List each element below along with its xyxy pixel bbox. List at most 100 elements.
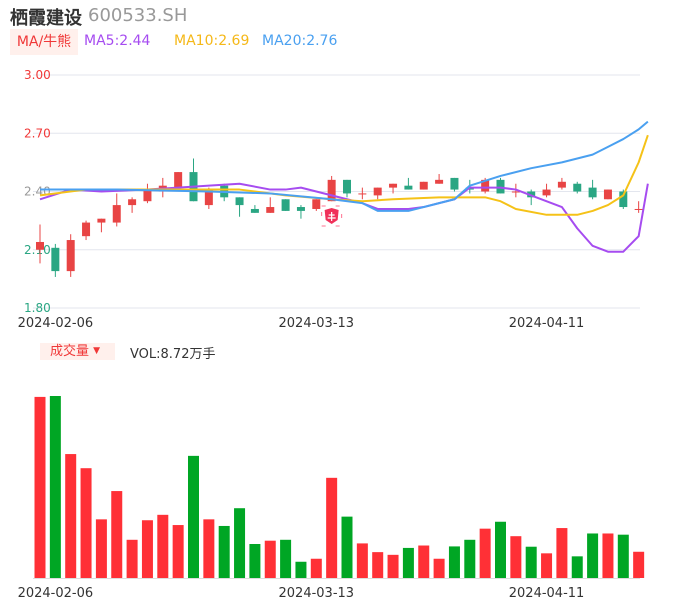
candle <box>619 189 628 209</box>
volume-bar <box>479 528 491 578</box>
volume-bar <box>34 396 46 578</box>
candle <box>250 205 259 213</box>
candle-body <box>450 177 459 190</box>
candle-body <box>603 189 612 200</box>
volume-bar <box>95 519 107 578</box>
y-tick-label: 1.80 <box>24 301 51 315</box>
volume-bar <box>65 454 77 578</box>
volume-bar <box>172 525 184 578</box>
candle <box>128 197 137 213</box>
candle-body <box>266 207 275 213</box>
volume-bar <box>234 508 246 578</box>
candle-body <box>373 187 382 196</box>
volume-bar <box>495 521 506 578</box>
volume-x-tick-label: 2024-03-13 <box>279 586 355 601</box>
volume-bar <box>188 455 199 578</box>
volume-bar <box>464 539 476 578</box>
volume-bar <box>525 546 537 578</box>
candle-body <box>82 222 91 237</box>
candle-body <box>128 199 137 206</box>
candle-body <box>389 183 398 188</box>
candle <box>235 197 244 217</box>
volume-bar <box>341 516 353 578</box>
volume-bar <box>587 533 599 578</box>
volume-bar <box>111 491 123 578</box>
candle-body <box>97 218 106 223</box>
candle-body <box>542 189 551 196</box>
candle-body <box>112 205 121 223</box>
candle <box>112 193 121 227</box>
candle-body <box>36 241 44 250</box>
volume-bar <box>617 534 629 578</box>
candle <box>404 177 413 190</box>
candle <box>557 177 566 190</box>
volume-bar <box>510 536 522 578</box>
volume-bar <box>402 547 414 578</box>
volume-bar <box>556 528 568 578</box>
candle-body <box>312 199 321 209</box>
candle-body <box>235 197 244 206</box>
volume-bar <box>218 525 230 578</box>
volume-bar <box>141 520 153 578</box>
candle-body <box>573 183 582 192</box>
volume-bar <box>541 553 553 578</box>
candle <box>51 243 60 277</box>
candle <box>435 174 444 184</box>
candle <box>36 224 44 264</box>
volume-bar <box>387 554 399 578</box>
candle <box>358 187 367 200</box>
x-tick-label: 2024-02-06 <box>18 316 94 331</box>
x-tick-label: 2024-04-11 <box>509 316 585 331</box>
kline-chart[interactable]: 3.002.702.402.101.802024-02-062024-03-13… <box>0 0 686 606</box>
candle-body <box>250 208 259 213</box>
candle <box>97 218 106 233</box>
volume-bar <box>280 539 292 578</box>
volume-bar <box>372 552 384 578</box>
candle-body <box>557 181 566 188</box>
volume-bar <box>418 545 430 578</box>
x-tick-label: 2024-03-13 <box>279 316 355 331</box>
candle <box>588 179 597 200</box>
volume-bar <box>295 561 307 578</box>
candle <box>266 197 275 213</box>
candle <box>450 177 459 192</box>
volume-bar <box>326 477 338 578</box>
candle <box>634 201 643 213</box>
volume-x-tick-label: 2024-04-11 <box>509 586 585 601</box>
candle-body <box>296 207 305 211</box>
candle <box>603 189 612 200</box>
candle-body <box>435 179 444 184</box>
candle <box>296 205 305 219</box>
y-tick-label: 2.70 <box>24 126 51 140</box>
bull-marker-icon <box>321 205 343 227</box>
candle-body <box>634 208 643 210</box>
volume-x-tick-label: 2024-02-06 <box>18 586 94 601</box>
volume-bar <box>633 551 645 578</box>
volume-bar <box>356 543 368 578</box>
candle <box>496 177 505 194</box>
candle-body <box>66 240 75 272</box>
candle-body <box>51 247 60 272</box>
candle <box>281 199 290 211</box>
candle-body <box>419 181 428 190</box>
stock-chart-widget: 栖霞建设 600533.SH MA/牛熊 MA5:2.44 MA10:2.69 … <box>0 0 686 606</box>
candle <box>66 234 75 277</box>
volume-bar <box>157 514 169 578</box>
candle-body <box>404 185 413 190</box>
candle <box>189 158 198 202</box>
candle-body <box>174 172 183 188</box>
volume-bar <box>249 544 261 578</box>
candle-body <box>588 187 597 198</box>
candle <box>327 175 336 202</box>
volume-bar <box>448 546 460 578</box>
volume-bar <box>571 556 583 578</box>
candle <box>542 183 551 198</box>
volume-bar <box>126 539 138 578</box>
volume-bar <box>310 558 322 578</box>
candle-body <box>358 193 367 195</box>
volume-bar <box>433 558 445 578</box>
ma5-line <box>39 182 649 253</box>
candle <box>82 220 91 241</box>
candle-body <box>281 199 290 211</box>
candle-body <box>143 189 152 202</box>
